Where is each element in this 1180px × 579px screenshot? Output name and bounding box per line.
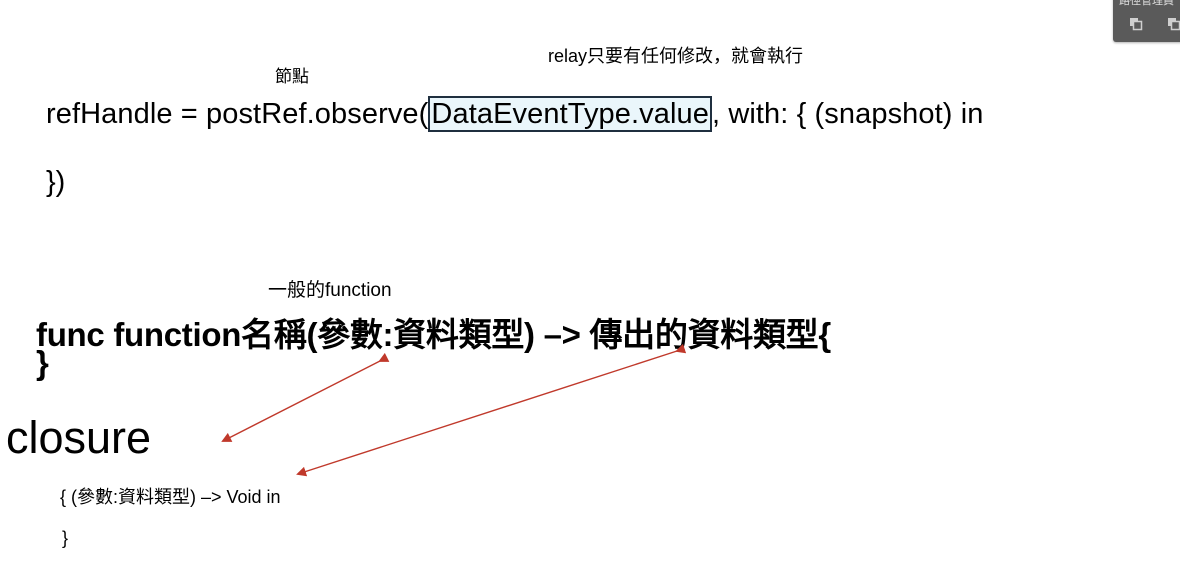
annotation-arrows [221, 343, 687, 477]
arrow-params-to-closure [221, 352, 390, 442]
panel-title: 路徑管理員 [1119, 0, 1174, 7]
arrow-return-to-closure [296, 343, 687, 477]
duplicate-icon[interactable] [1129, 17, 1143, 31]
duplicate-icon[interactable] [1167, 17, 1180, 31]
path-manager-panel[interactable]: 路徑管理員 [1113, 0, 1180, 42]
